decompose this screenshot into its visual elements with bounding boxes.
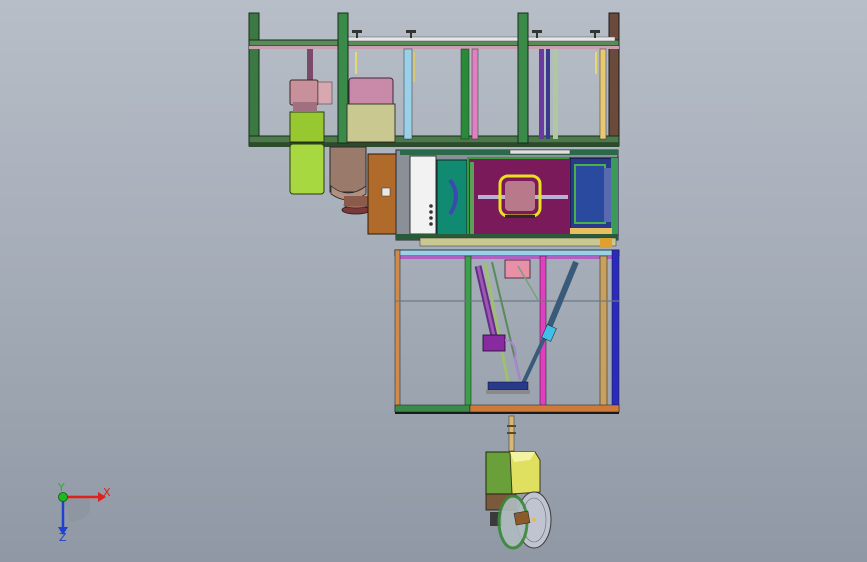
orientation-triad	[58, 492, 106, 535]
linkage-mechanism[interactable]	[474, 259, 579, 394]
triad-y-label: Y	[58, 481, 65, 494]
machine-assembly-model[interactable]	[0, 0, 867, 562]
triad-z-label: Z	[59, 531, 67, 544]
grinder-head[interactable]	[485, 415, 552, 550]
cad-viewport[interactable]: X Y Z	[0, 0, 867, 562]
triad-x-label: X	[103, 486, 111, 499]
middle-machine-body[interactable]	[367, 149, 619, 248]
